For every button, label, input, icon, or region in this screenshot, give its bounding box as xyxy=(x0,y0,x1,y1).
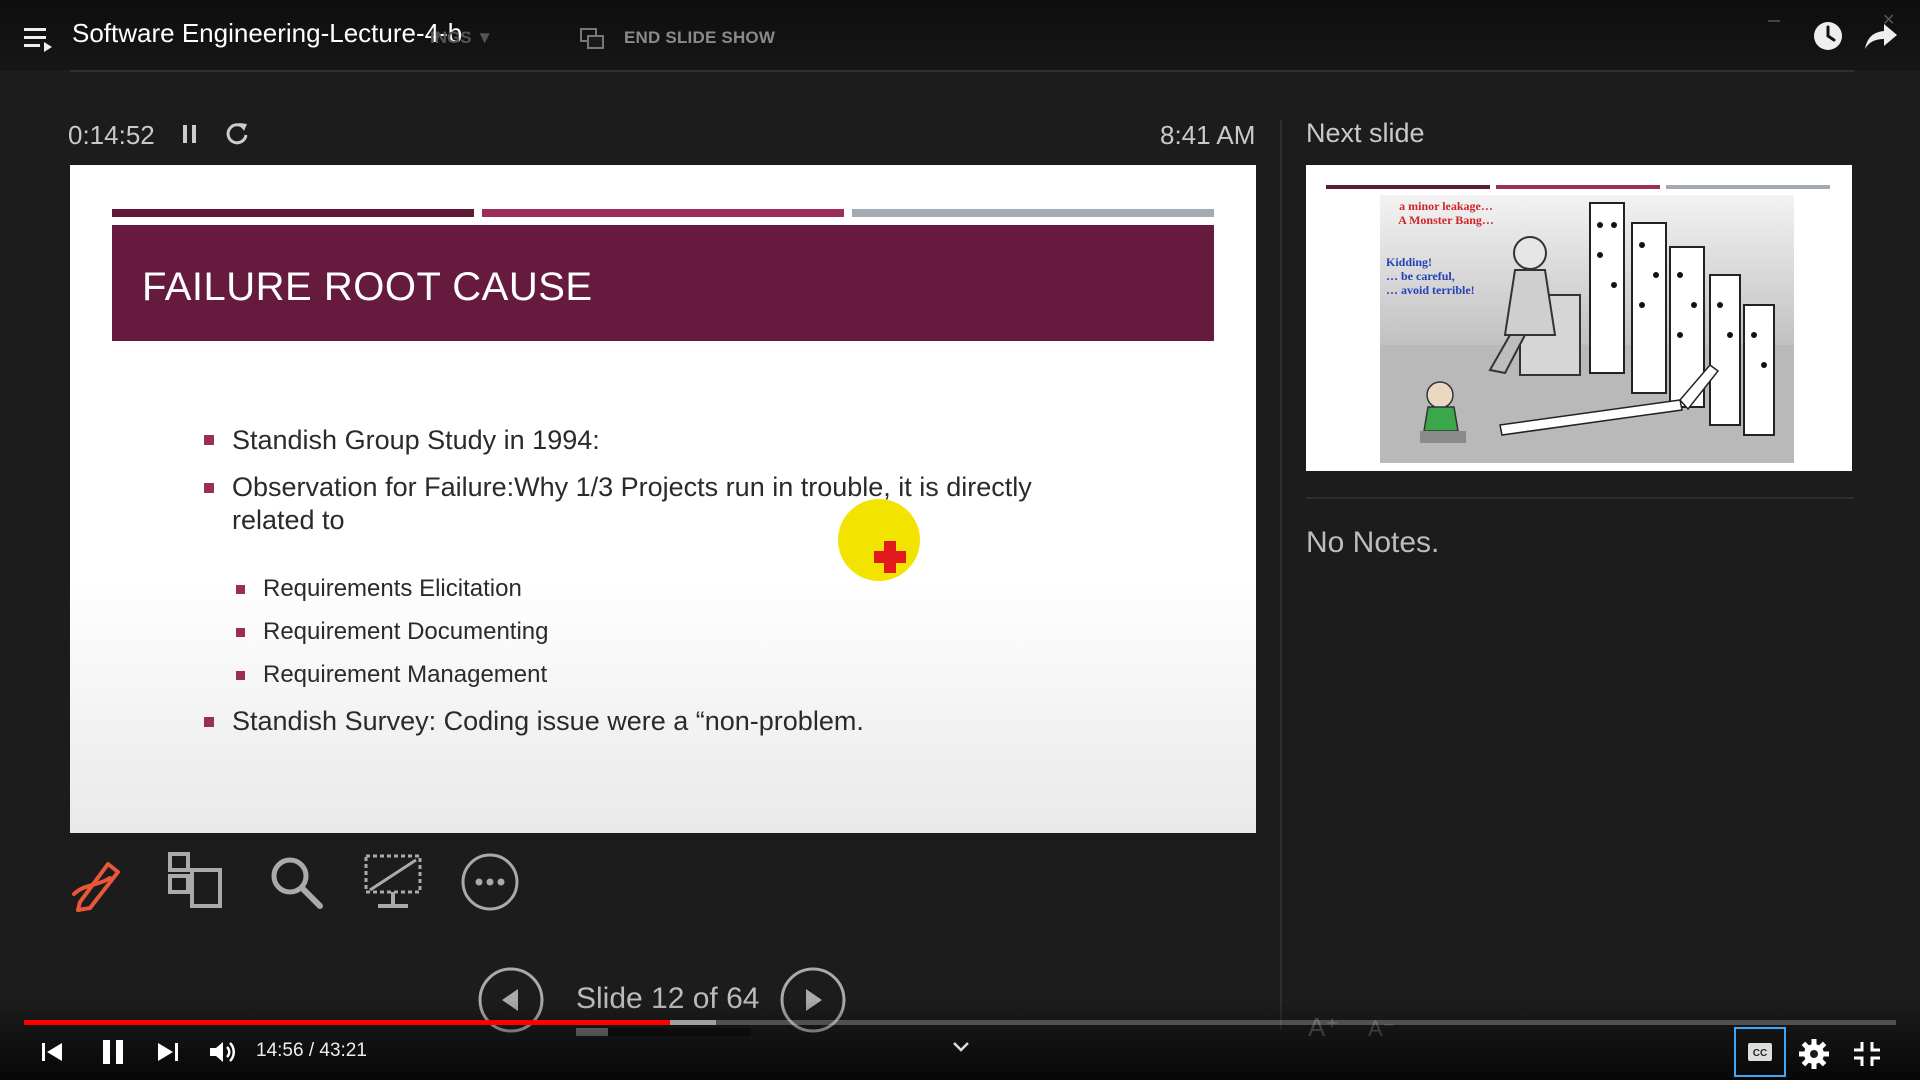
slide-accent-bar xyxy=(482,209,844,217)
clock-icon[interactable] xyxy=(1812,20,1844,52)
next-slide-preview[interactable]: a minor leakage… A Monster Bang… Kidding… xyxy=(1306,165,1852,471)
slide-title: FAILURE ROOT CAUSE xyxy=(142,265,593,309)
speaker-notes: No Notes. xyxy=(1306,526,1440,559)
svg-text:CC: CC xyxy=(1753,1048,1767,1059)
screen-icon[interactable] xyxy=(362,852,424,912)
time-display: 14:56 / 43:21 xyxy=(256,1040,367,1061)
sub-bullet-text: Requirement Management xyxy=(263,661,548,688)
restart-timer-icon[interactable] xyxy=(224,120,250,146)
share-arrow-icon[interactable] xyxy=(1864,20,1898,52)
bullet-marker xyxy=(204,483,214,493)
video-title[interactable]: Software Engineering-Lecture-4-b xyxy=(72,18,462,49)
bullet-text: Standish Group Study in 1994: xyxy=(232,425,600,455)
caption-line: … be careful, xyxy=(1386,269,1455,283)
bullet-marker xyxy=(204,435,214,445)
pen-icon[interactable] xyxy=(70,854,128,912)
preview-accent-bar xyxy=(1326,185,1490,189)
gear-icon[interactable] xyxy=(1798,1038,1830,1070)
slide-accent-bar xyxy=(112,209,474,217)
exit-fullscreen-icon[interactable] xyxy=(1852,1040,1882,1068)
preview-accent-bar xyxy=(1496,185,1660,189)
sub-bullet-marker xyxy=(236,585,245,594)
sub-bullet-text: Requirement Documenting xyxy=(263,618,549,645)
preview-accent-bar xyxy=(1666,185,1830,189)
bullet-text: Observation for Failure:Why 1/3 Projects… xyxy=(232,472,1032,502)
progress-played xyxy=(24,1020,670,1025)
end-slide-show-button: END SLIDE SHOW xyxy=(624,28,776,47)
slides-grid-icon[interactable] xyxy=(166,852,224,910)
chevron-down-icon[interactable] xyxy=(952,1040,970,1054)
more-options-icon[interactable] xyxy=(460,852,520,912)
caption-line: A Monster Bang… xyxy=(1398,213,1494,227)
caption-line: a minor leakage… xyxy=(1399,199,1493,213)
magnifier-icon[interactable] xyxy=(266,852,324,910)
slide-accent-bar xyxy=(852,209,1214,217)
sub-bullet-marker xyxy=(236,628,245,637)
previous-video-icon[interactable] xyxy=(40,1040,64,1064)
caption-line: Kidding! xyxy=(1386,255,1433,269)
current-slide: FAILURE ROOT CAUSE Standish Group Study … xyxy=(70,165,1256,833)
pause-icon[interactable] xyxy=(100,1038,126,1066)
sub-bullet-text: Requirements Elicitation xyxy=(263,575,522,602)
next-slide-label: Next slide xyxy=(1306,118,1425,148)
domino-cartoon-image xyxy=(1380,195,1794,463)
pause-timer-icon[interactable] xyxy=(180,122,200,146)
preview-caption-blue: Kidding! … be careful, … avoid terrible! xyxy=(1386,255,1486,297)
cursor-cross xyxy=(874,551,906,563)
volume-icon[interactable] xyxy=(208,1038,236,1066)
presentation-timer: 0:14:52 xyxy=(68,120,155,150)
ppt-display-settings-menu: INGS ▼ xyxy=(430,28,494,47)
sub-bullet-marker xyxy=(236,671,245,680)
next-video-icon[interactable] xyxy=(156,1040,180,1064)
window-minimize-mark xyxy=(1768,20,1780,22)
pane-divider xyxy=(1280,120,1282,1030)
bullet-text: Standish Survey: Coding issue were a “no… xyxy=(232,706,864,736)
end-show-icon xyxy=(580,28,604,49)
caption-line: … avoid terrible! xyxy=(1386,283,1475,297)
captions-icon: CC xyxy=(1748,1043,1772,1061)
bullet-marker xyxy=(204,717,214,727)
subtitles-button[interactable]: CC xyxy=(1734,1027,1786,1077)
current-clock: 8:41 AM xyxy=(1160,120,1256,150)
bullet-text-continued: related to xyxy=(232,505,345,535)
laser-pointer-highlight xyxy=(838,499,920,581)
top-divider xyxy=(70,70,1854,72)
preview-caption-red: a minor leakage… A Monster Bang… xyxy=(1386,199,1506,227)
playlist-icon[interactable] xyxy=(24,24,56,54)
notes-divider xyxy=(1306,497,1854,499)
